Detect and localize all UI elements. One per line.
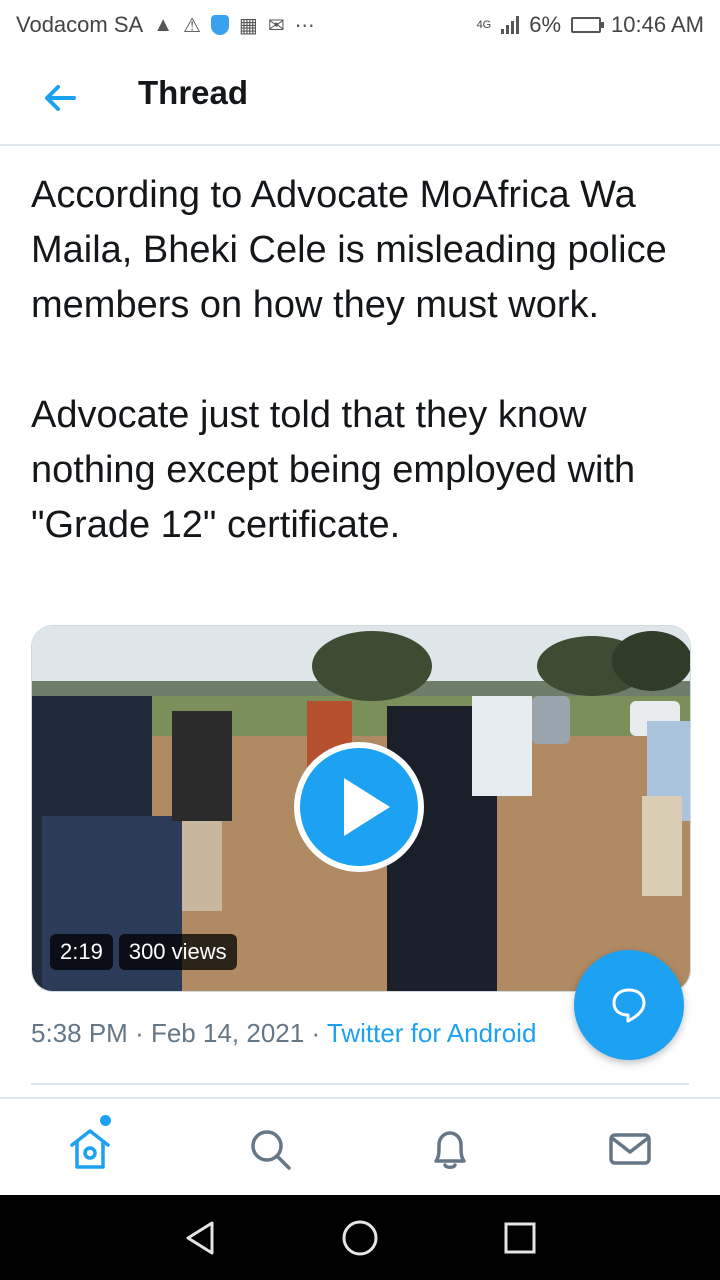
calendar-icon: ▦ [238, 14, 258, 37]
back-arrow-icon [45, 85, 76, 111]
notifications-icon [434, 1131, 466, 1169]
system-recents-button[interactable] [499, 1217, 541, 1259]
back-triangle-icon [186, 1221, 214, 1255]
tweet-date: Feb 14, 2021 [150, 1018, 305, 1048]
system-back-button[interactable] [180, 1217, 222, 1259]
recents-square-icon [504, 1222, 536, 1254]
meta-separator: · [135, 1018, 144, 1048]
compose-reply-button[interactable] [574, 950, 684, 1060]
messages-icon [609, 1133, 651, 1165]
nfc-icon: ▲ [153, 13, 173, 36]
tweet-meta: 5:38 PM · Feb 14, 2021 · Twitter for And… [31, 1018, 536, 1049]
mail-settings-icon: ✉ [267, 14, 285, 37]
status-bar: Vodacom SA ▲ ⚠ ▦ ✉ ⋯ 4G 6% 10:46 AM [0, 0, 720, 50]
meta-separator: · [311, 1018, 321, 1048]
status-right: 4G 6% 10:46 AM [477, 12, 704, 38]
nav-home[interactable] [66, 1125, 114, 1173]
more-notifications-icon: ⋯ [294, 14, 315, 37]
back-button[interactable] [40, 78, 80, 118]
new-items-dot [100, 1115, 111, 1126]
tweet-time: 5:38 PM [31, 1018, 128, 1048]
signal-icon [501, 16, 520, 34]
home-icon [70, 1129, 110, 1169]
search-icon [251, 1130, 291, 1170]
network-type: 4G [476, 19, 492, 31]
tweet-text: According to Advocate MoAfrica Wa Maila,… [31, 174, 667, 546]
shield-icon [210, 15, 229, 35]
warning-icon: ⚠ [182, 14, 201, 37]
video-views: 300 views [118, 934, 237, 970]
battery-percent: 6% [529, 12, 562, 37]
status-left: Vodacom SA ▲ ⚠ ▦ ✉ ⋯ [16, 12, 315, 38]
system-home-button[interactable] [339, 1217, 381, 1259]
video-duration: 2:19 [50, 934, 113, 970]
carrier-label: Vodacom SA [16, 12, 144, 37]
nav-search[interactable] [246, 1125, 294, 1173]
bottom-nav [0, 1097, 720, 1195]
system-nav-bar [0, 1195, 720, 1280]
battery-icon [571, 17, 605, 33]
reply-bubble-icon [612, 988, 646, 1023]
app-header: Thread [0, 50, 720, 146]
clock: 10:46 AM [611, 12, 704, 37]
play-icon [344, 778, 390, 836]
page-title: Thread [138, 74, 249, 111]
home-circle-icon [342, 1220, 378, 1256]
nav-notifications[interactable] [426, 1125, 474, 1173]
video-meta: 2:19 300 views [50, 934, 237, 970]
play-button[interactable] [294, 742, 424, 872]
nav-messages[interactable] [606, 1125, 654, 1173]
divider [31, 1083, 689, 1085]
video-player[interactable]: 2:19 300 views [31, 625, 691, 992]
tweet-source-link[interactable]: Twitter for Android [327, 1018, 537, 1048]
